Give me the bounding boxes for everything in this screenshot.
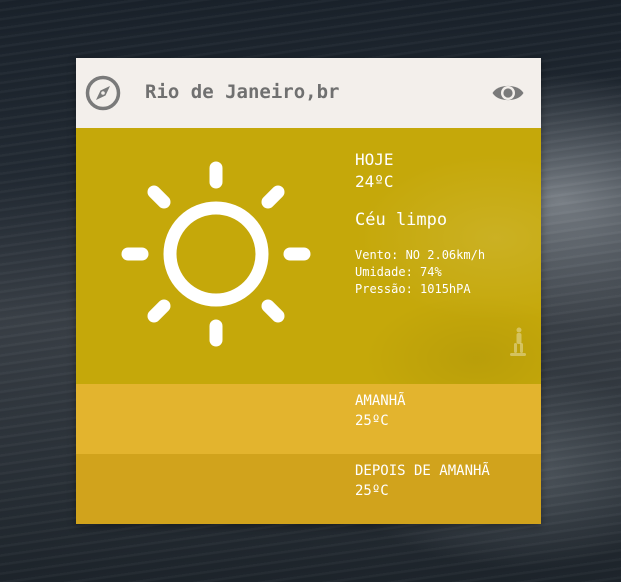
- forecast-day-after-temperature: 25ºC: [355, 483, 389, 499]
- wind-info: Vento: NO 2.06km/h: [355, 248, 486, 262]
- pressure-info: Pressão: 1015hPA: [355, 282, 471, 296]
- surfer-figure: [510, 327, 526, 356]
- today-temperature: 24ºC: [355, 172, 394, 191]
- widget-header: Rio de Janeiro,br: [76, 58, 541, 128]
- forecast-tomorrow: AMANHÃ 25ºC: [76, 384, 541, 454]
- today-label: HOJE: [355, 150, 394, 169]
- today-description: Céu limpo: [355, 210, 448, 230]
- compass-icon: [85, 75, 121, 111]
- eye-icon[interactable]: [491, 80, 525, 106]
- sun-icon: [121, 161, 311, 347]
- forecast-tomorrow-label: AMANHÃ: [355, 393, 406, 409]
- city-name: Rio de Janeiro,br: [145, 81, 340, 103]
- forecast-day-after: DEPOIS DE AMANHÃ 25ºC: [76, 454, 541, 524]
- forecast-tomorrow-temperature: 25ºC: [355, 413, 389, 429]
- weather-widget: Rio de Janeiro,br HOJE 24ºC Céu limpo Ve…: [76, 58, 541, 524]
- humidity-info: Umidade: 74%: [355, 265, 442, 279]
- today-panel: HOJE 24ºC Céu limpo Vento: NO 2.06km/h U…: [76, 128, 541, 384]
- forecast-day-after-label: DEPOIS DE AMANHÃ: [355, 463, 490, 479]
